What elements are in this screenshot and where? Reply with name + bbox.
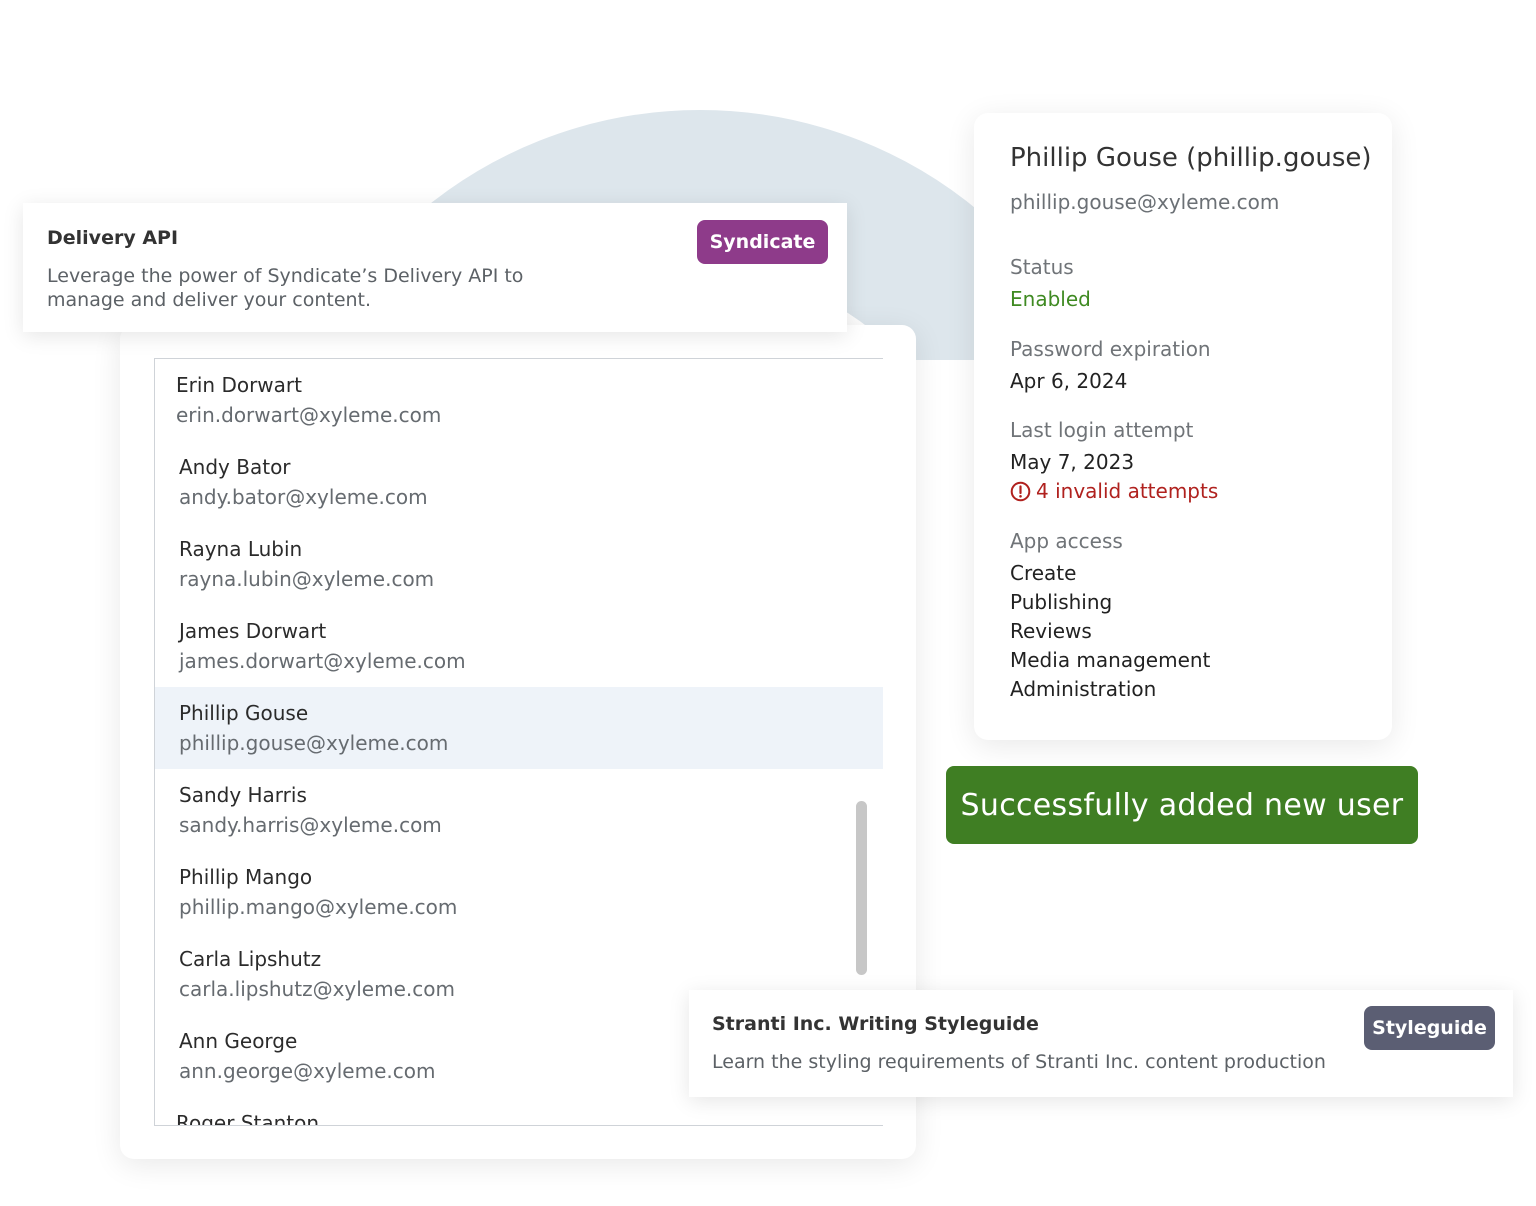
invalid-attempts-warning: 4 invalid attempts	[1010, 479, 1218, 503]
user-email: james.dorwart@xyleme.com	[179, 649, 466, 673]
list-item[interactable]: Sandy Harris sandy.harris@xyleme.com	[155, 769, 883, 851]
syndicate-badge[interactable]: Syndicate	[697, 220, 828, 264]
stage: Erin Dorwart erin.dorwart@xyleme.com And…	[0, 0, 1536, 1206]
user-email: ann.george@xyleme.com	[179, 1059, 436, 1083]
user-detail-title: Phillip Gouse (phillip.gouse)	[1010, 143, 1372, 173]
app-access-item: Create	[1010, 561, 1077, 585]
last-login-label: Last login attempt	[1010, 418, 1194, 442]
invalid-attempts-text: 4 invalid attempts	[1036, 479, 1219, 503]
alert-circle-icon	[1010, 481, 1031, 502]
user-email: andy.bator@xyleme.com	[179, 485, 428, 509]
delivery-api-card[interactable]: Delivery API Leverage the power of Syndi…	[23, 203, 847, 332]
user-name: Phillip Mango	[179, 865, 313, 889]
user-name: Roger Stanton	[176, 1111, 320, 1126]
list-item[interactable]: Rayna Lubin rayna.lubin@xyleme.com	[155, 523, 883, 605]
card-description: Learn the styling requirements of Strant…	[712, 1051, 1326, 1073]
styleguide-badge[interactable]: Styleguide	[1364, 1006, 1495, 1050]
user-email: carla.lipshutz@xyleme.com	[179, 977, 455, 1001]
card-description: Leverage the power of Syndicate’s Delive…	[47, 265, 524, 311]
app-access-item: Publishing	[1010, 590, 1113, 614]
user-name: Phillip Gouse	[179, 701, 309, 725]
styleguide-card[interactable]: Stranti Inc. Writing Styleguide Learn th…	[689, 990, 1513, 1097]
list-item[interactable]: James Dorwart james.dorwart@xyleme.com	[155, 605, 883, 687]
password-expiration-value: Apr 6, 2024	[1010, 369, 1128, 393]
user-detail-email: phillip.gouse@xyleme.com	[1010, 190, 1280, 214]
app-access-label: App access	[1010, 529, 1123, 553]
user-detail-card: Phillip Gouse (phillip.gouse) phillip.go…	[974, 113, 1392, 740]
status-label: Status	[1010, 255, 1074, 279]
list-item[interactable]: Andy Bator andy.bator@xyleme.com	[155, 441, 883, 523]
card-title: Stranti Inc. Writing Styleguide	[712, 1013, 1039, 1035]
list-item-selected[interactable]: Phillip Gouse phillip.gouse@xyleme.com	[155, 687, 883, 769]
last-login-value: May 7, 2023	[1010, 450, 1135, 474]
user-email: rayna.lubin@xyleme.com	[179, 567, 435, 591]
user-name: Erin Dorwart	[176, 373, 302, 397]
user-name: Rayna Lubin	[179, 537, 303, 561]
app-access-item: Media management	[1010, 648, 1211, 672]
password-expiration-label: Password expiration	[1010, 337, 1211, 361]
user-name: Ann George	[179, 1029, 298, 1053]
list-item[interactable]: Roger Stanton	[155, 1097, 883, 1126]
user-email: phillip.mango@xyleme.com	[179, 895, 458, 919]
user-name: James Dorwart	[179, 619, 327, 643]
app-access-item: Administration	[1010, 677, 1157, 701]
card-title: Delivery API	[47, 227, 179, 249]
user-email: sandy.harris@xyleme.com	[179, 813, 442, 837]
list-scrollbar[interactable]	[856, 801, 867, 975]
list-item[interactable]: Erin Dorwart erin.dorwart@xyleme.com	[155, 359, 883, 441]
app-access-item: Reviews	[1010, 619, 1092, 643]
user-email: erin.dorwart@xyleme.com	[176, 403, 442, 427]
success-toast: Successfully added new user	[946, 766, 1418, 844]
list-item[interactable]: Phillip Mango phillip.mango@xyleme.com	[155, 851, 883, 933]
user-name: Carla Lipshutz	[179, 947, 322, 971]
user-name: Andy Bator	[179, 455, 291, 479]
status-value: Enabled	[1010, 287, 1091, 311]
user-name: Sandy Harris	[179, 783, 307, 807]
user-email: phillip.gouse@xyleme.com	[179, 731, 449, 755]
